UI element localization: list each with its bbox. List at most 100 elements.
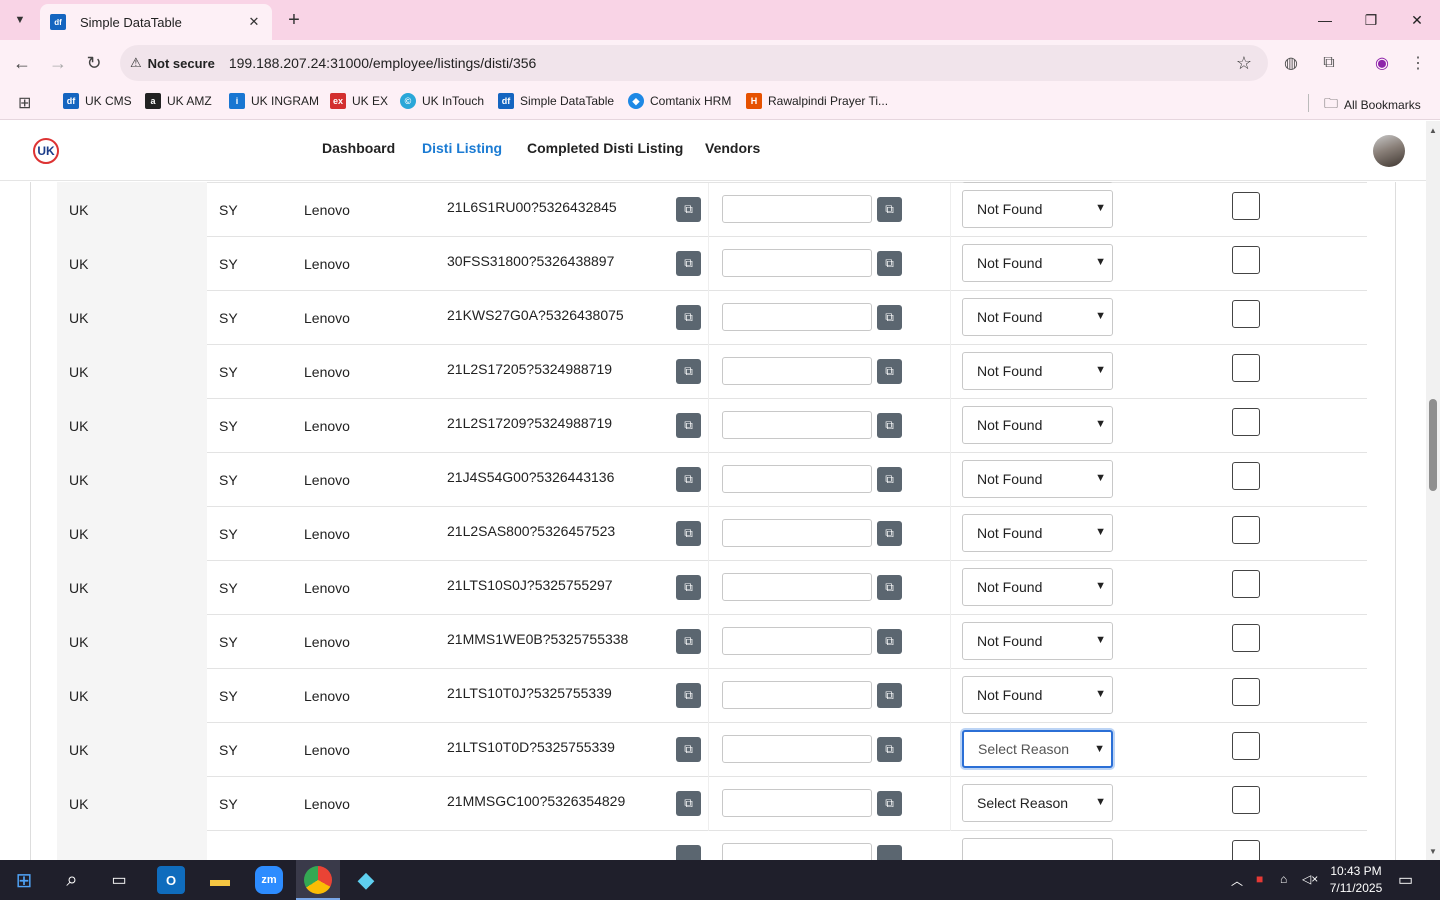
windows-start-icon[interactable]: ⊞	[10, 866, 38, 894]
value-input[interactable]	[722, 195, 872, 223]
reason-select[interactable]: Not Found ▼	[962, 514, 1113, 552]
copy-sku-icon[interactable]: ⧉	[676, 791, 701, 816]
value-input[interactable]	[722, 357, 872, 385]
paste-icon[interactable]: ⧉	[877, 305, 902, 330]
reason-select[interactable]: Not Found ▼	[962, 406, 1113, 444]
row-checkbox[interactable]	[1232, 300, 1260, 328]
value-input[interactable]	[722, 249, 872, 277]
globe-icon[interactable]: ◍	[1278, 50, 1304, 76]
row-checkbox[interactable]	[1232, 516, 1260, 544]
notifications-icon[interactable]: ▭	[1398, 870, 1413, 890]
scrollbar-thumb[interactable]	[1429, 399, 1437, 491]
url-text[interactable]: 199.188.207.24:31000/employee/listings/d…	[229, 55, 536, 71]
paste-icon[interactable]: ⧉	[877, 467, 902, 492]
zoom-icon[interactable]: zm	[255, 866, 283, 894]
value-input[interactable]	[722, 519, 872, 547]
menu-icon[interactable]: ⋮	[1405, 50, 1431, 76]
reason-select[interactable]: Select Reason ▼	[962, 784, 1113, 822]
row-checkbox[interactable]	[1232, 570, 1260, 598]
copy-sku-icon[interactable]: ⧉	[676, 521, 701, 546]
restore-icon[interactable]: ❐	[1356, 6, 1386, 34]
row-checkbox[interactable]	[1232, 732, 1260, 760]
reason-select[interactable]: Not Found ▼	[962, 622, 1113, 660]
all-bookmarks[interactable]: 🗀 All Bookmarks	[1324, 93, 1421, 117]
paste-icon[interactable]: ⧉	[877, 197, 902, 222]
paste-icon[interactable]: ⧉	[877, 359, 902, 384]
row-checkbox[interactable]	[1232, 840, 1260, 860]
value-input[interactable]	[722, 843, 872, 860]
paste-icon[interactable]: ⧉	[877, 413, 902, 438]
value-input[interactable]	[722, 627, 872, 655]
copy-sku-icon[interactable]: ⧉	[676, 359, 701, 384]
paste-icon[interactable]: ⧉	[877, 737, 902, 762]
copy-sku-icon[interactable]: ⧉	[676, 467, 701, 492]
nav-dashboard[interactable]: Dashboard	[322, 140, 395, 156]
copy-sku-icon[interactable]: ⧉	[676, 575, 701, 600]
minimize-icon[interactable]: —	[1310, 6, 1340, 34]
value-input[interactable]	[722, 789, 872, 817]
network-icon[interactable]: ⌂	[1280, 872, 1287, 886]
value-input[interactable]	[722, 681, 872, 709]
value-input[interactable]	[722, 303, 872, 331]
row-checkbox[interactable]	[1232, 354, 1260, 382]
copy-sku-icon[interactable]: ⧉	[676, 737, 701, 762]
back-icon[interactable]: ←	[9, 50, 35, 76]
page-scrollbar[interactable]: ▲ ▼	[1426, 121, 1440, 860]
scroll-down-icon[interactable]: ▼	[1426, 844, 1440, 858]
value-input[interactable]	[722, 735, 872, 763]
outlook-icon[interactable]: O	[157, 866, 185, 894]
value-input[interactable]	[722, 573, 872, 601]
bookmark-uk-intouch[interactable]: © UK InTouch	[400, 93, 484, 109]
tab-search-icon[interactable]: ▼	[8, 8, 32, 32]
bookmark-star-icon[interactable]: ☆	[1236, 53, 1252, 74]
tab-close-icon[interactable]: ✕	[244, 14, 264, 30]
row-checkbox[interactable]	[1232, 678, 1260, 706]
reason-select[interactable]: Not Found ▼	[962, 190, 1113, 228]
extensions-icon[interactable]: ⧉	[1316, 50, 1342, 76]
tray-chevron-icon[interactable]: ︿	[1231, 872, 1243, 889]
paste-icon[interactable]: ⧉	[877, 791, 902, 816]
reason-select[interactable]: Select Reason ▼	[962, 730, 1113, 768]
app-diamond-icon[interactable]: ◆	[352, 866, 380, 894]
reason-select[interactable]: Not Found ▼	[962, 460, 1113, 498]
row-checkbox[interactable]	[1232, 624, 1260, 652]
file-explorer-icon[interactable]: ▬	[206, 866, 234, 894]
bookmark-comtanix-hrm[interactable]: ◆ Comtanix HRM	[628, 93, 731, 109]
reason-select[interactable]: Not Found ▼	[962, 352, 1113, 390]
nav-disti-listing[interactable]: Disti Listing	[422, 140, 502, 156]
task-view-icon[interactable]: ▭	[105, 866, 133, 894]
copy-sku-icon[interactable]	[676, 845, 701, 860]
value-input[interactable]	[722, 411, 872, 439]
copy-sku-icon[interactable]: ⧉	[676, 197, 701, 222]
paste-icon[interactable]: ⧉	[877, 521, 902, 546]
row-checkbox[interactable]	[1232, 462, 1260, 490]
copy-sku-icon[interactable]: ⧉	[676, 305, 701, 330]
search-icon[interactable]: ⌕	[58, 866, 86, 894]
bookmark-uk-cms[interactable]: df UK CMS	[63, 93, 132, 109]
bookmark-uk-amz[interactable]: a UK AMZ	[145, 93, 212, 109]
nav-completed-disti-listing[interactable]: Completed Disti Listing	[527, 140, 683, 156]
volume-icon[interactable]: ◁×	[1302, 872, 1318, 886]
close-window-icon[interactable]: ✕	[1402, 6, 1432, 34]
paste-icon[interactable]: ⧉	[877, 575, 902, 600]
copy-sku-icon[interactable]: ⧉	[676, 683, 701, 708]
reason-select[interactable]: Not Found ▼	[962, 298, 1113, 336]
address-bar[interactable]: ⚠ Not secure 199.188.207.24:31000/employ…	[120, 45, 1268, 81]
not-secure-label[interactable]: Not secure	[148, 56, 215, 71]
forward-icon[interactable]: →	[45, 50, 71, 76]
paste-icon[interactable]: ⧉	[877, 629, 902, 654]
tray-security-icon[interactable]: ■	[1256, 872, 1263, 886]
chrome-icon[interactable]	[304, 866, 332, 894]
copy-sku-icon[interactable]: ⧉	[676, 629, 701, 654]
reason-select[interactable]: Not Found ▼	[962, 676, 1113, 714]
user-avatar[interactable]	[1373, 135, 1405, 167]
apps-grid-icon[interactable]: ⊞	[18, 93, 31, 113]
uk-logo[interactable]: UK	[33, 138, 59, 164]
reason-select[interactable]: Not Found ▼	[962, 568, 1113, 606]
paste-icon[interactable]: ⧉	[877, 251, 902, 276]
browser-tab[interactable]: df Simple DataTable ✕	[40, 4, 272, 40]
reason-select[interactable]: Not Found ▼	[962, 244, 1113, 282]
scroll-up-icon[interactable]: ▲	[1426, 123, 1440, 137]
bookmark-rawalpindi-prayer[interactable]: H Rawalpindi Prayer Ti...	[746, 93, 888, 109]
reason-select[interactable]	[962, 838, 1113, 860]
